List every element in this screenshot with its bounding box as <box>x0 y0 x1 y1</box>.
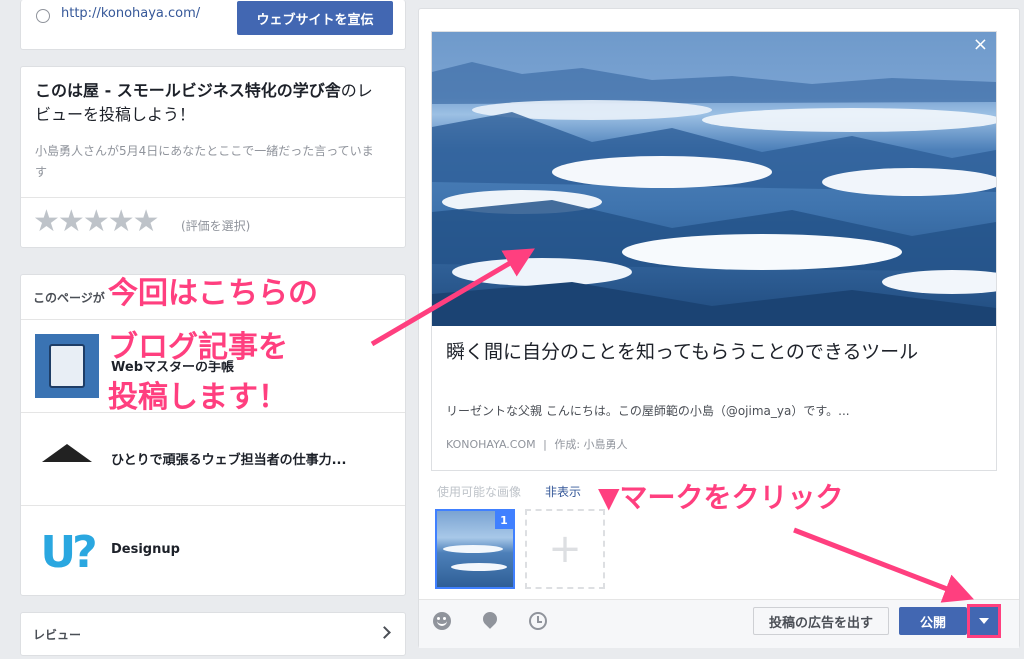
notebook-icon <box>49 344 85 388</box>
boost-post-button[interactable]: 投稿の広告を出す <box>753 607 889 635</box>
page-avatar[interactable] <box>35 427 99 491</box>
post-composer: × 瞬く間に自分のことを知ってもらうことのできるツール リーゼントな父親 こんに… <box>418 8 1020 648</box>
chevron-right-icon[interactable] <box>378 626 391 639</box>
publish-button[interactable]: 公開 <box>899 607 967 635</box>
link-author: 作成: 小島勇人 <box>554 438 628 451</box>
review-card: このは屋 - スモールビジネス特化の学び舎のレビューを投稿しよう！ 小島勇人さん… <box>20 66 406 248</box>
page-avatar[interactable]: U? <box>35 520 99 584</box>
review-subtitle: 小島勇人さんが5月4日にあなたとここで一緒だった言っています <box>35 144 374 179</box>
review-prompt-title: このは屋 - スモールビジネス特化の学び舎のレビューを投稿しよう！ <box>35 79 385 127</box>
clock-icon[interactable] <box>529 612 547 630</box>
page-name[interactable]: このは屋 - スモールビジネス特化の学び舎 <box>35 81 341 100</box>
page-name[interactable]: ひとりで頑張るウェブ担当者の仕事力... <box>111 449 346 468</box>
website-link[interactable]: http://konohaya.com/ <box>61 6 200 21</box>
chevron-down-icon <box>979 618 989 624</box>
globe-icon <box>36 9 50 23</box>
star-icon[interactable]: ★ <box>133 204 160 239</box>
website-card: http://konohaya.com/ ウェブサイトを宣伝 <box>20 0 406 50</box>
selected-badge: 1 <box>495 511 513 529</box>
mountain-cloud-graphic <box>432 62 996 326</box>
composer-footer: 投稿の広告を出す 公開 <box>419 600 1019 648</box>
emoji-icon[interactable] <box>433 612 451 630</box>
page-name[interactable]: Designup <box>111 542 180 557</box>
preview-image[interactable]: × <box>432 32 996 326</box>
link-title[interactable]: 瞬く間に自分のことを知ってもらうことのできるツール <box>446 338 986 366</box>
link-meta: KONOHAYA.COM | 作成: 小島勇人 <box>446 436 628 452</box>
annotation-click-hint: ▼マークをクリック <box>598 481 844 514</box>
annotation-line-3: 投稿します！ <box>108 380 288 415</box>
list-item[interactable]: ひとりで頑張るウェブ担当者の仕事力... <box>21 413 405 505</box>
add-image-button[interactable]: + <box>525 509 605 589</box>
publish-dropdown-button[interactable] <box>967 604 1001 638</box>
liked-pages-header: このページが <box>33 291 105 305</box>
star-icon[interactable]: ★ <box>58 204 85 239</box>
plus-icon: + <box>548 526 582 572</box>
rating-hint: (評価を選択) <box>181 219 251 233</box>
image-thumbnail[interactable]: 1 <box>435 509 515 589</box>
link-domain: KONOHAYA.COM <box>446 438 536 451</box>
reviews-card[interactable]: レビュー <box>20 612 406 656</box>
promote-website-button[interactable]: ウェブサイトを宣伝 <box>237 1 393 35</box>
link-preview[interactable]: × 瞬く間に自分のことを知ってもらうことのできるツール リーゼントな父親 こんに… <box>431 31 997 471</box>
link-description: リーゼントな父親 こんにちは。この屋師範の小島（@ojima_ya）です。... <box>446 404 850 418</box>
meta-separator: | <box>543 438 547 451</box>
hide-images-link[interactable]: 非表示 <box>545 483 581 500</box>
annotation-line-2: ブログ記事を <box>108 330 288 365</box>
page-avatar[interactable] <box>35 334 99 398</box>
star-icon[interactable]: ★ <box>83 204 110 239</box>
annotation-line-1: 今回はこちらの <box>108 276 318 311</box>
reviews-label: レビュー <box>33 628 82 642</box>
graduation-cap-icon <box>42 444 92 462</box>
star-rating[interactable]: ★★★★★ <box>33 204 160 239</box>
star-icon[interactable]: ★ <box>33 204 60 239</box>
location-pin-icon[interactable] <box>480 609 500 629</box>
star-icon[interactable]: ★ <box>108 204 135 239</box>
images-label: 使用可能な画像 <box>437 485 522 499</box>
close-icon[interactable]: × <box>973 36 988 54</box>
list-item[interactable]: U? Designup <box>21 506 405 596</box>
